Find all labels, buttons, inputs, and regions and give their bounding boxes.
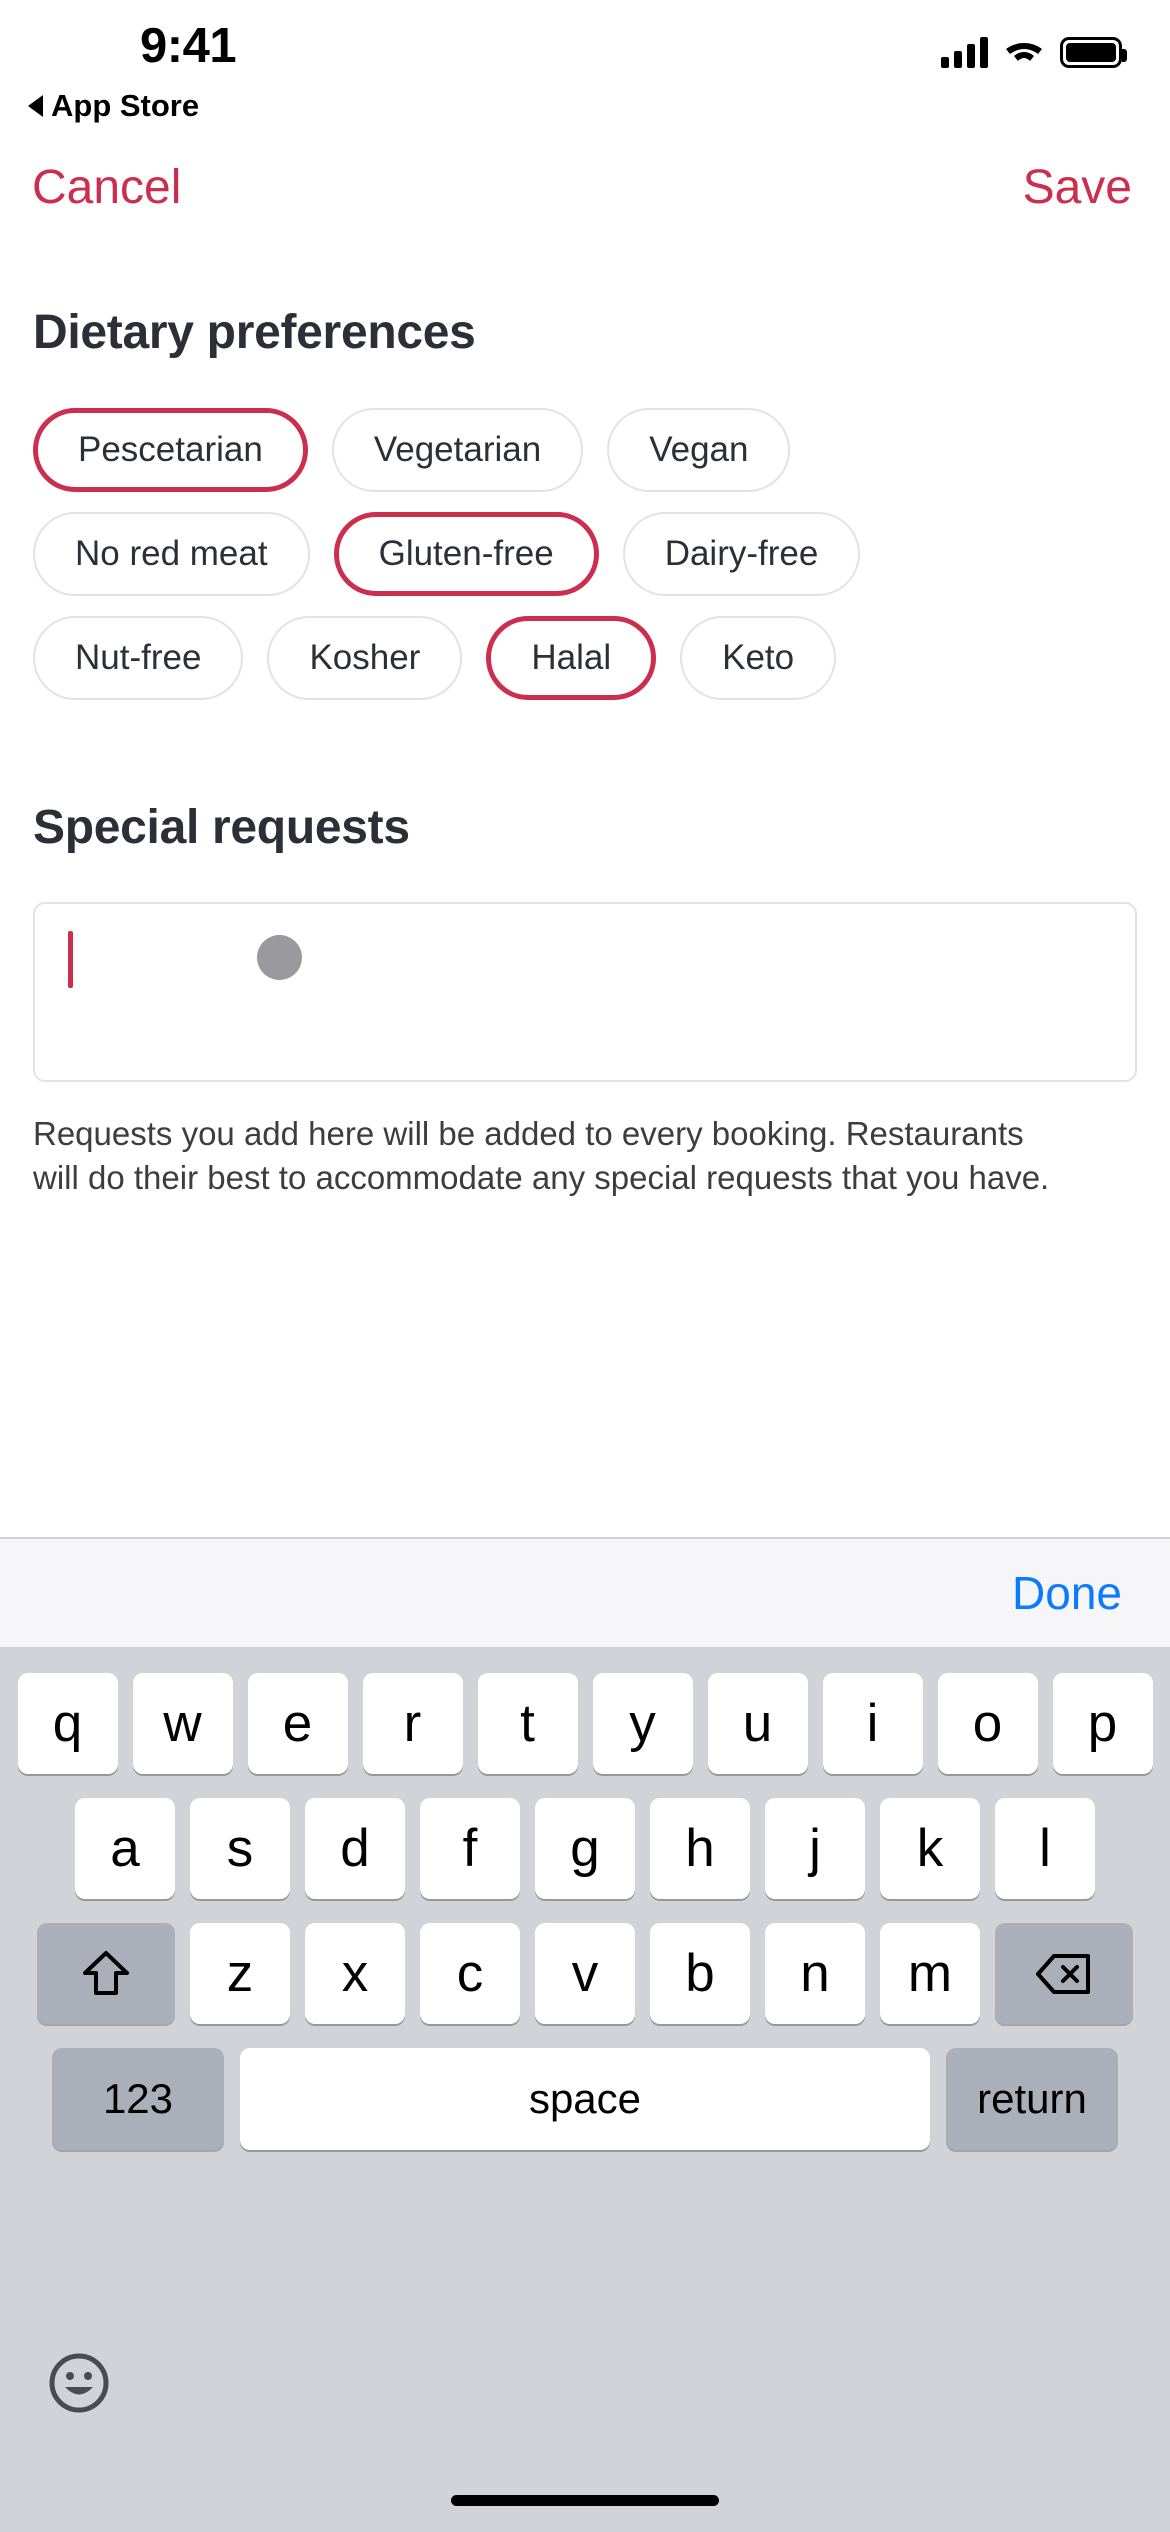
key-y[interactable]: y [592,1673,693,1774]
main-content: Dietary preferences Pescetarian Vegetari… [0,250,1170,1199]
key-n[interactable]: n [765,1923,865,2024]
special-requests-helper-text: Requests you add here will be added to e… [33,1115,1050,1196]
key-m[interactable]: m [880,1923,980,2024]
key-s[interactable]: s [190,1798,290,1899]
done-button[interactable]: Done [1012,1566,1122,1620]
key-t[interactable]: t [477,1673,578,1774]
key-e[interactable]: e [247,1673,348,1774]
chip-nut-free[interactable]: Nut-free [33,616,244,700]
key-b[interactable]: b [650,1923,750,2024]
chip-row: No red meat Gluten-free Dairy-free [33,512,1137,596]
dietary-chip-group: Pescetarian Vegetarian Vegan No red meat… [0,408,1170,700]
key-p[interactable]: p [1052,1673,1153,1774]
chip-halal[interactable]: Halal [486,616,657,700]
chip-keto[interactable]: Keto [680,616,837,700]
chip-kosher[interactable]: Kosher [267,616,463,700]
chip-dairy-free[interactable]: Dairy-free [622,512,861,596]
back-triangle-icon [28,95,43,117]
backspace-key[interactable] [995,1923,1133,2024]
space-key[interactable]: space [240,2048,930,2150]
key-f[interactable]: f [420,1798,520,1899]
battery-icon [1060,36,1127,68]
special-requests-input[interactable] [33,902,1137,1082]
dietary-preferences-title: Dietary preferences [33,306,476,359]
home-indicator [451,2495,719,2506]
backspace-icon [1036,1953,1090,1994]
text-caret [68,931,73,988]
back-label: App Store [51,88,200,123]
key-j[interactable]: j [765,1798,865,1899]
keyboard-row-3: z x c v b n m [0,1923,1170,2024]
return-key[interactable]: return [946,2048,1118,2150]
key-i[interactable]: i [822,1673,923,1774]
cellular-signal-icon [941,36,988,68]
key-r[interactable]: r [362,1673,463,1774]
key-a[interactable]: a [75,1798,175,1899]
keyboard-row-4: 123 space return [0,2048,1170,2150]
cancel-button[interactable]: Cancel [32,160,181,215]
save-button[interactable]: Save [1023,160,1132,215]
chip-pescetarian[interactable]: Pescetarian [33,408,308,492]
shift-key[interactable] [37,1923,175,2024]
onscreen-keyboard: q w e r t y u i o p a s d f g h j k l z … [0,1647,1170,2532]
chip-gluten-free[interactable]: Gluten-free [333,512,599,596]
status-bar-time: 9:41 [140,19,237,73]
key-k[interactable]: k [880,1798,980,1899]
navigation-bar: Cancel Save [0,140,1170,250]
key-z[interactable]: z [190,1923,290,2024]
shift-arrow-icon [83,1950,129,1995]
key-o[interactable]: o [937,1673,1038,1774]
key-c[interactable]: c [420,1923,520,2024]
key-v[interactable]: v [535,1923,635,2024]
keyboard-row-2: a s d f g h j k l [0,1798,1170,1899]
chip-vegan[interactable]: Vegan [607,408,791,492]
keyboard-accessory-bar: Done [0,1537,1170,1647]
wifi-icon [1004,37,1044,67]
key-x[interactable]: x [305,1923,405,2024]
app-screen: 9:41 App Store Cancel Save Dietary prefe… [0,0,1170,2532]
status-bar: 9:41 App Store [0,0,1170,123]
key-h[interactable]: h [650,1798,750,1899]
key-g[interactable]: g [535,1798,635,1899]
key-u[interactable]: u [707,1673,808,1774]
key-d[interactable]: d [305,1798,405,1899]
touch-indicator-dot [257,935,302,980]
numbers-key[interactable]: 123 [52,2048,224,2150]
emoji-smiley-icon [49,2353,109,2413]
status-bar-indicators [941,36,1127,68]
key-l[interactable]: l [995,1798,1095,1899]
key-q[interactable]: q [17,1673,118,1774]
chip-no-red-meat[interactable]: No red meat [33,512,310,596]
special-requests-title: Special requests [33,801,410,854]
chip-row: Pescetarian Vegetarian Vegan [33,408,1137,492]
keyboard-row-1: q w e r t y u i o p [0,1673,1170,1774]
key-w[interactable]: w [132,1673,233,1774]
chip-vegetarian[interactable]: Vegetarian [331,408,584,492]
emoji-key[interactable] [48,2352,110,2414]
back-to-app-store-link[interactable]: App Store [28,88,199,124]
chip-row: Nut-free Kosher Halal Keto [33,616,1137,700]
